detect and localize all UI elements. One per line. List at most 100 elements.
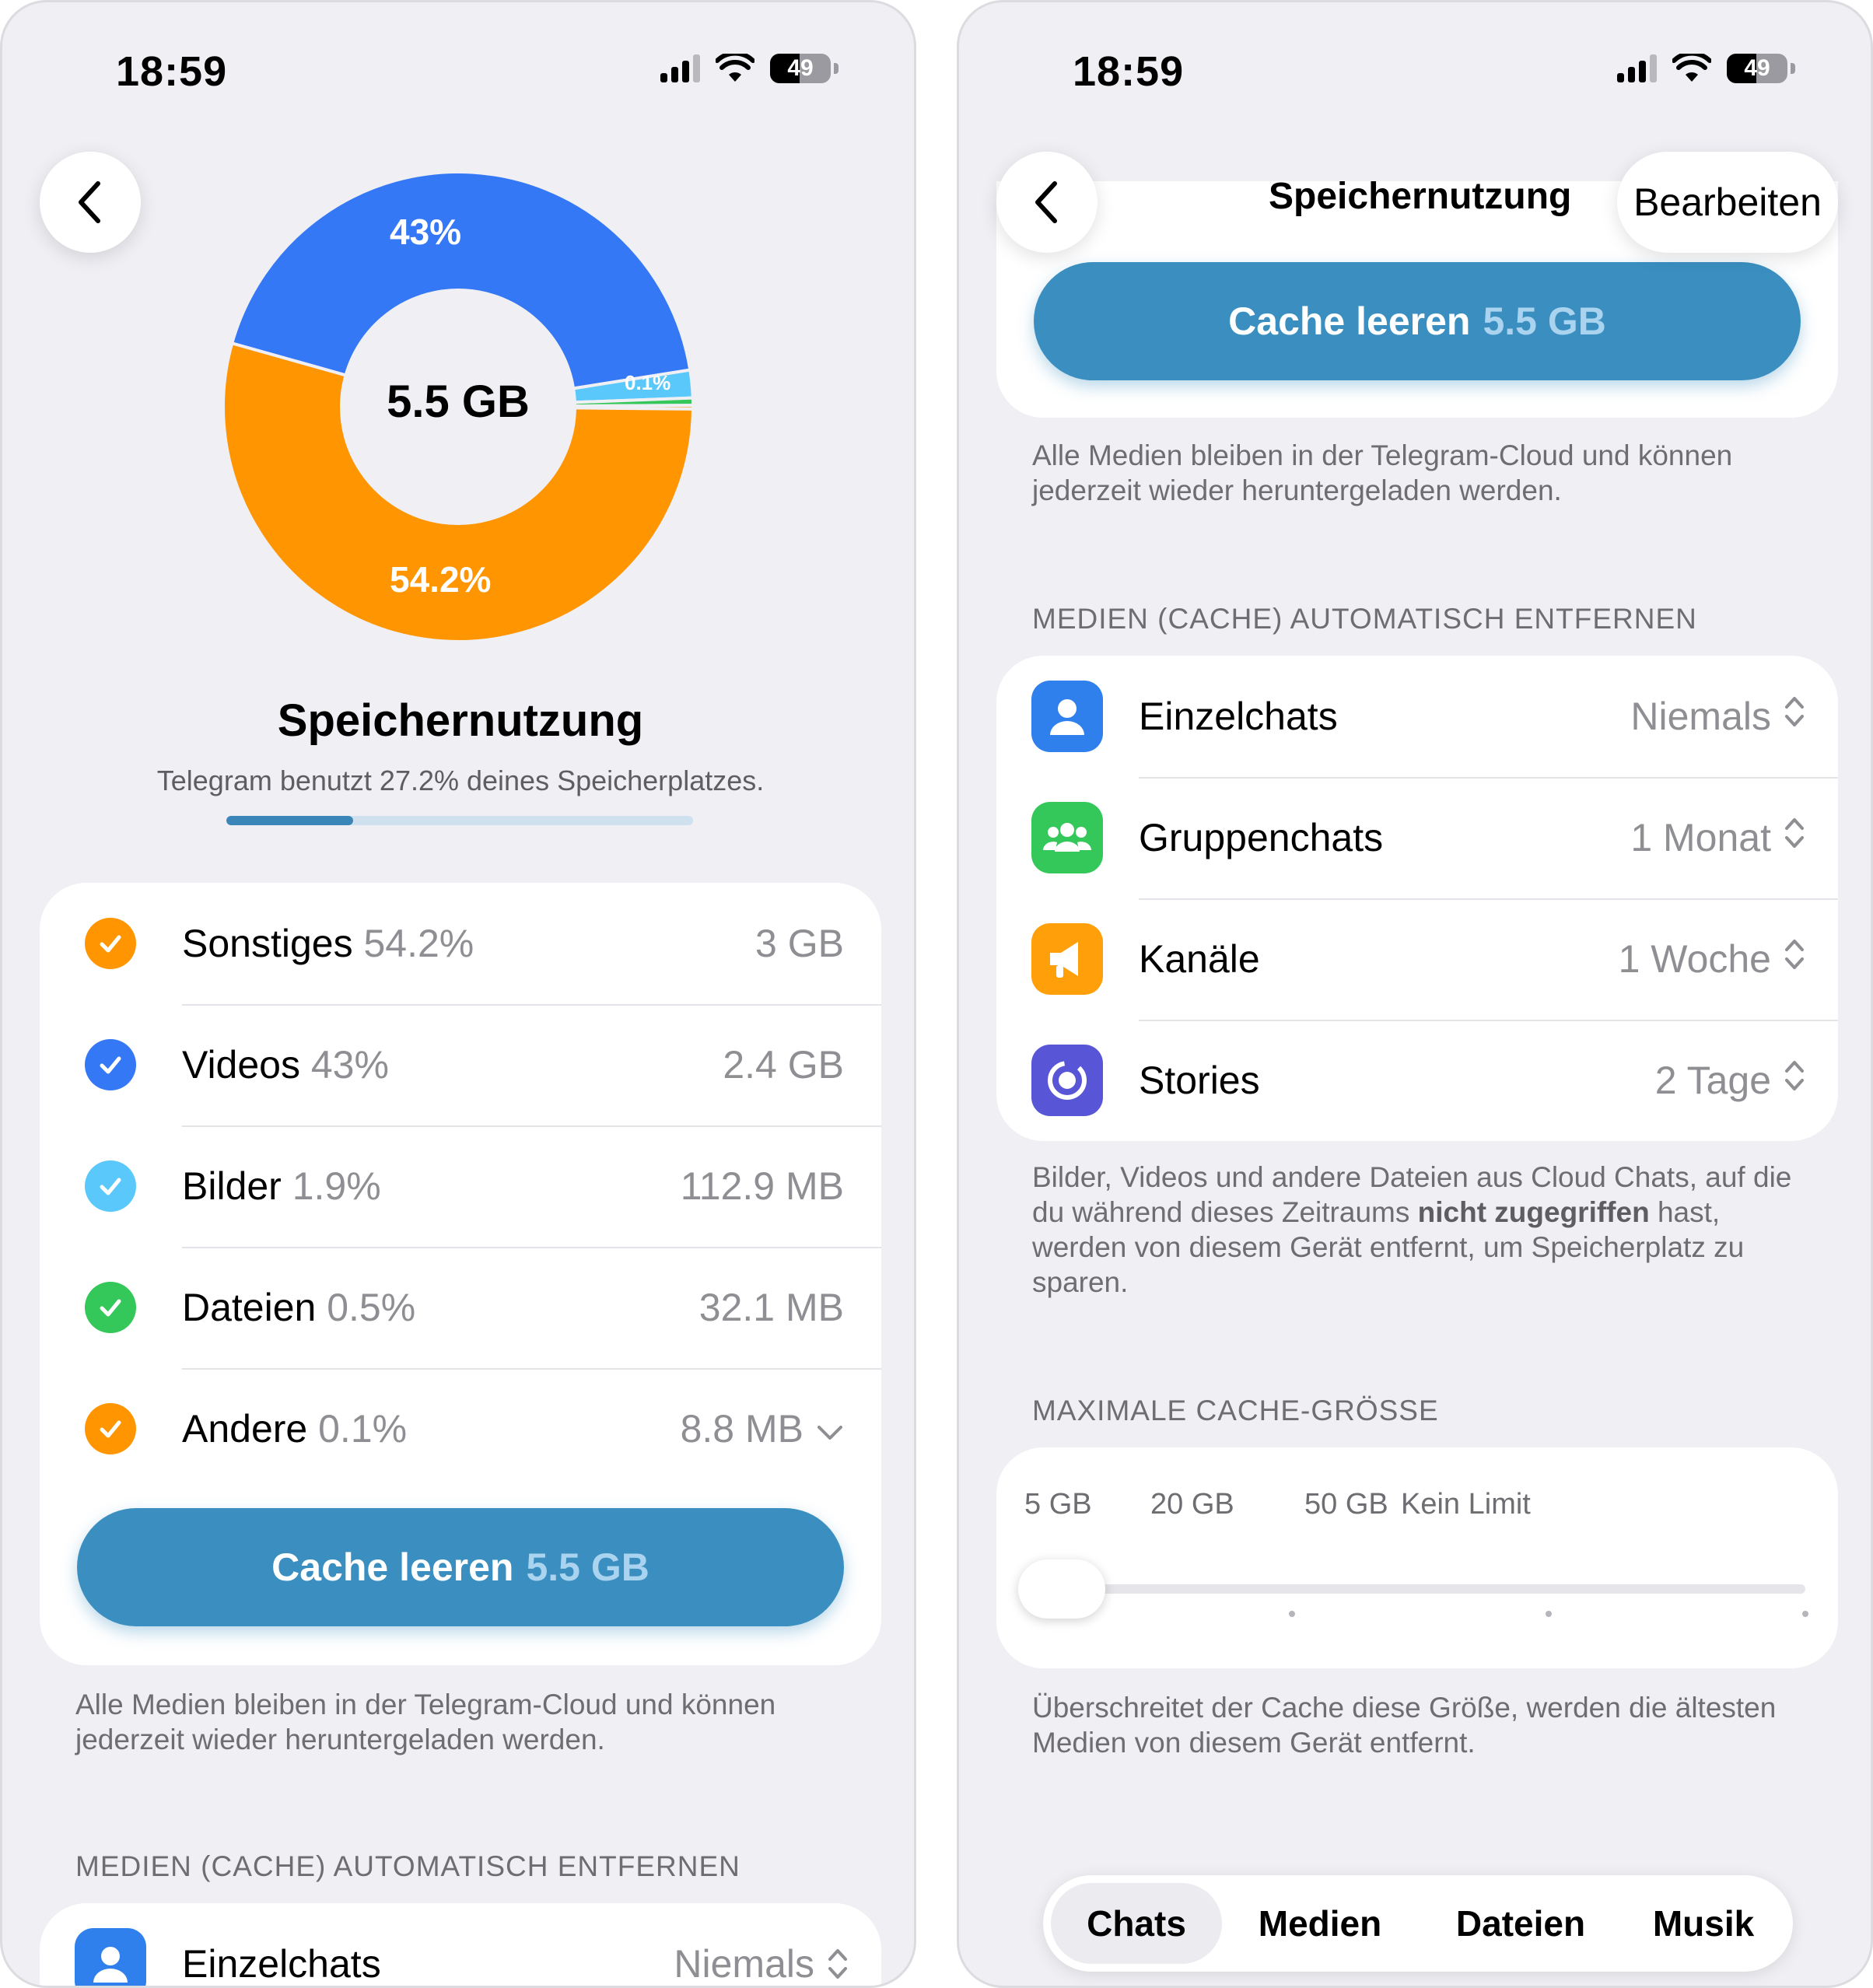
auto-remove-note-bold: nicht zugegriffen bbox=[1417, 1196, 1650, 1228]
category-name: Dateien 0.5% bbox=[182, 1285, 415, 1330]
back-button[interactable] bbox=[996, 152, 1098, 253]
setting-row-einzelchats[interactable]: Einzelchats Niemals bbox=[996, 656, 1838, 777]
cloud-note: Alle Medien bleiben in der Telegram-Clou… bbox=[75, 1689, 776, 1755]
slider-thumb[interactable] bbox=[1018, 1559, 1105, 1619]
category-row-sonstiges[interactable]: Sonstiges 54.2% 3 GB bbox=[40, 883, 881, 1004]
slider-option-label[interactable]: 20 GB bbox=[1150, 1488, 1234, 1521]
setting-row-kanäle[interactable]: Kanäle 1 Woche bbox=[996, 898, 1838, 1020]
up-down-chevron-icon bbox=[1784, 1058, 1805, 1103]
clear-cache-label: Cache leeren bbox=[1228, 299, 1471, 343]
battery-icon: 49 bbox=[770, 54, 831, 83]
setting-name: Kanäle bbox=[1139, 937, 1260, 981]
status-time: 18:59 bbox=[116, 48, 228, 95]
storage-subtitle: Telegram benutzt 27.2% deines Speicherpl… bbox=[156, 765, 765, 796]
right-screen: 18:59 49 Cache leeren 5.5 GB Speichernut… bbox=[957, 0, 1873, 1988]
up-down-chevron-icon bbox=[1784, 815, 1805, 860]
clear-cache-button[interactable]: Cache leeren 5.5 GB bbox=[77, 1508, 844, 1626]
checkmark-icon[interactable] bbox=[85, 1403, 136, 1454]
up-down-chevron-icon bbox=[1784, 936, 1805, 982]
chevron-left-icon bbox=[1035, 181, 1057, 223]
cellular-signal-icon bbox=[1617, 54, 1657, 82]
category-percent: 43% bbox=[310, 1043, 389, 1087]
category-size-text: 8.8 MB bbox=[680, 1407, 803, 1451]
category-label: Sonstiges bbox=[182, 922, 364, 965]
donut-label-videos: 43% bbox=[390, 212, 462, 252]
category-label: Videos bbox=[182, 1043, 311, 1087]
setting-value-text: 1 Monat bbox=[1630, 816, 1771, 859]
section-auto-remove: MEDIEN (CACHE) AUTOMATISCH ENTFERNEN bbox=[75, 1850, 740, 1882]
setting-value-text: Niemals bbox=[674, 1942, 814, 1986]
slider-option-label[interactable]: 50 GB bbox=[1304, 1488, 1388, 1521]
cloud-note: Alle Medien bleiben in der Telegram-Clou… bbox=[1032, 439, 1733, 506]
auto-remove-note: Bilder, Videos und andere Dateien aus Cl… bbox=[1032, 1160, 1810, 1300]
donut-label-andere: 0.1% bbox=[625, 371, 671, 394]
category-name: Andere 0.1% bbox=[182, 1406, 407, 1451]
category-name: Bilder 1.9% bbox=[182, 1164, 381, 1209]
chevron-down-icon[interactable] bbox=[816, 1406, 844, 1451]
clear-cache-size: 5.5 GB bbox=[526, 1545, 649, 1589]
wifi-icon bbox=[716, 54, 754, 82]
category-size: 8.8 MB bbox=[681, 1406, 844, 1451]
setting-row-gruppenchats[interactable]: Gruppenchats 1 Monat bbox=[996, 777, 1838, 898]
category-name: Videos 43% bbox=[182, 1042, 389, 1087]
up-down-chevron-icon bbox=[1784, 694, 1805, 739]
category-size-text: 112.9 MB bbox=[680, 1164, 844, 1208]
clear-cache-size: 5.5 GB bbox=[1483, 299, 1606, 343]
up-down-chevron-icon bbox=[828, 1949, 847, 1979]
setting-name: Gruppenchats bbox=[1139, 816, 1384, 859]
setting-value[interactable]: 1 Monat bbox=[1630, 815, 1805, 860]
donut-label-sonstiges: 54.2% bbox=[390, 559, 492, 600]
back-button[interactable] bbox=[40, 152, 141, 253]
cellular-signal-icon bbox=[660, 54, 700, 82]
checkmark-icon[interactable] bbox=[85, 918, 136, 969]
setting-value[interactable]: 2 Tage bbox=[1655, 1058, 1805, 1103]
left-screen: 18:59 49 5.5 GB 43% 54.2% 0.1% Speichern… bbox=[0, 0, 916, 1988]
category-size: 32.1 MB bbox=[699, 1285, 844, 1330]
setting-row-stories[interactable]: Stories 2 Tage bbox=[996, 1020, 1838, 1141]
checkmark-icon[interactable] bbox=[85, 1282, 136, 1333]
slider-tick bbox=[1546, 1611, 1552, 1617]
wifi-icon bbox=[1672, 54, 1711, 82]
slider-tick bbox=[1802, 1611, 1808, 1617]
setting-value[interactable]: 1 Woche bbox=[1619, 936, 1805, 982]
categories-card: Cache leeren 5.5 GB Sonstiges 54.2% 3 GB V… bbox=[40, 883, 881, 1665]
tab-medien[interactable]: Medien bbox=[1228, 1883, 1412, 1964]
setting-value-text: 2 Tage bbox=[1654, 1059, 1771, 1102]
checkmark-icon[interactable] bbox=[85, 1039, 136, 1090]
page-title: Speichernutzung bbox=[277, 695, 644, 746]
setting-value-text: 1 Woche bbox=[1618, 937, 1771, 981]
category-size-text: 3 GB bbox=[755, 922, 844, 965]
category-percent: 1.9% bbox=[292, 1164, 381, 1208]
category-size-text: 32.1 MB bbox=[698, 1286, 844, 1329]
max-cache-note: Überschreitet der Cache diese Größe, wer… bbox=[1032, 1692, 1777, 1759]
battery-icon: 49 bbox=[1727, 54, 1787, 83]
tab-chats[interactable]: Chats bbox=[1051, 1883, 1222, 1964]
auto-remove-card: Einzelchats Niemals bbox=[40, 1903, 881, 1986]
slider-option-label[interactable]: 5 GB bbox=[1024, 1488, 1092, 1521]
storage-usage-bar bbox=[226, 816, 693, 825]
clear-cache-button[interactable]: Cache leeren 5.5 GB bbox=[1034, 262, 1801, 380]
setting-value[interactable]: Niemals bbox=[1630, 694, 1805, 739]
category-percent: 0.5% bbox=[327, 1286, 416, 1329]
setting-row-einzelchats[interactable]: Einzelchats Niemals bbox=[40, 1903, 881, 1986]
stories-icon bbox=[1031, 1045, 1103, 1116]
tab-musik[interactable]: Musik bbox=[1622, 1883, 1785, 1964]
category-label: Andere bbox=[182, 1407, 319, 1451]
tab-dateien[interactable]: Dateien bbox=[1418, 1883, 1623, 1964]
chevron-left-icon bbox=[79, 181, 100, 223]
media-tab-bar: Chats Medien Dateien Musik bbox=[1043, 1875, 1793, 1972]
person-icon bbox=[1031, 681, 1103, 752]
slider-tick bbox=[1289, 1611, 1295, 1617]
category-row-andere[interactable]: Andere 0.1% 8.8 MB bbox=[40, 1368, 881, 1489]
category-name: Sonstiges 54.2% bbox=[182, 921, 474, 966]
slider-option-label[interactable]: Kein Limit bbox=[1401, 1488, 1531, 1521]
checkmark-icon[interactable] bbox=[85, 1160, 136, 1212]
section-auto-remove: MEDIEN (CACHE) AUTOMATISCH ENTFERNEN bbox=[1032, 603, 1697, 635]
edit-button[interactable]: Bearbeiten bbox=[1617, 152, 1838, 253]
cache-size-slider[interactable] bbox=[1035, 1584, 1805, 1594]
setting-name: Einzelchats bbox=[1139, 695, 1338, 738]
setting-name: Einzelchats bbox=[182, 1942, 381, 1986]
category-row-bilder[interactable]: Bilder 1.9% 112.9 MB bbox=[40, 1125, 881, 1247]
category-row-dateien[interactable]: Dateien 0.5% 32.1 MB bbox=[40, 1247, 881, 1368]
category-row-videos[interactable]: Videos 43% 2.4 GB bbox=[40, 1004, 881, 1125]
